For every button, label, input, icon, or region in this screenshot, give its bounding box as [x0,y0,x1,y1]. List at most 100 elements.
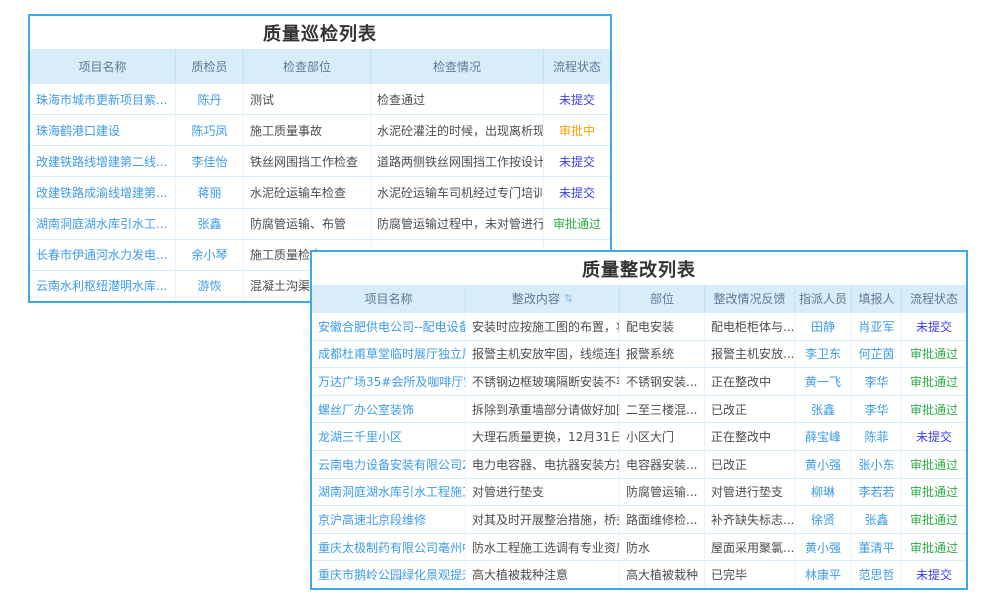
part-cell: 防腐管运输... [620,479,705,506]
part-cell: 不锈钢安装... [620,368,705,395]
inspector-name[interactable]: 陈巧凤 [176,115,244,145]
column-header-project: 项目名称 [30,49,176,83]
content-cell: 安装时应按施工图的布置，将... [466,313,620,340]
project-link[interactable]: 长春市伊通河水力发电... [30,240,176,270]
column-header-situation: 检查情况 [371,49,544,83]
feedback-cell: 已完毕 [705,561,795,588]
column-header-content-label: 整改内容 [512,290,560,307]
table-row: 重庆市鹅岭公园绿化景观提升... 高大植被栽种注意 高大植被栽种 已完毕 林康平… [312,560,966,588]
reporter-name[interactable]: 李华 [852,396,902,423]
status-cell: 审批通过 [902,534,966,561]
part-cell: 二至三楼混... [620,396,705,423]
content-cell: 不锈钢边框玻璃隔断安装不牢... [466,368,620,395]
reporter-name[interactable]: 何芷茵 [852,341,902,368]
project-link[interactable]: 龙湖三千里小区 [312,423,466,450]
reporter-name[interactable]: 李若若 [852,479,902,506]
project-link[interactable]: 重庆市鹅岭公园绿化景观提升... [312,561,466,588]
rectify-table-header: 项目名称 整改内容 ⇅ 部位 整改情况反馈 指派人员 填报人 流程状态 [312,285,966,312]
column-header-content[interactable]: 整改内容 ⇅ [466,285,620,312]
project-link[interactable]: 成都杜甫草堂临时展厅独立展... [312,341,466,368]
project-link[interactable]: 云南水利枢纽潜明水库... [30,271,176,301]
content-cell: 防水工程施工选调有专业资质... [466,534,620,561]
table-row: 湖南洞庭湖水库引水工程施工I标 对管进行垫支 防腐管运输... 对管进行垫支 柳… [312,478,966,506]
table-row: 京沪高速北京段维修 对其及时开展整治措施，桥头... 路面维修检... 补齐缺失… [312,505,966,533]
feedback-cell: 配电柜柜体与... [705,313,795,340]
assignee-name[interactable]: 薛宝峰 [795,423,852,450]
part-cell: 防腐管运输、布管 [244,209,371,239]
assignee-name[interactable]: 黄小强 [795,451,852,478]
assignee-name[interactable]: 田静 [795,313,852,340]
assignee-name[interactable]: 柳琳 [795,479,852,506]
project-link[interactable]: 万达广场35#会所及咖啡厅空... [312,368,466,395]
project-link[interactable]: 安徽合肥供电公司--配电设备... [312,313,466,340]
content-cell: 拆除到承重墙部分请做好加固... [466,396,620,423]
content-cell: 报警主机安放牢固，线缆连接... [466,341,620,368]
reporter-name[interactable]: 张鑫 [852,506,902,533]
table-row: 改建铁路成渝线增建第... 蒋丽 水泥砼运输车检查 水泥砼运输车司机经过专门培训… [30,176,610,207]
table-row: 螺丝厂办公室装饰 拆除到承重墙部分请做好加固... 二至三楼混... 已改正 张… [312,395,966,423]
content-cell: 对管进行垫支 [466,479,620,506]
assignee-name[interactable]: 黄一飞 [795,368,852,395]
project-link[interactable]: 改建铁路成渝线增建第... [30,177,176,207]
content-cell: 对其及时开展整治措施，桥头... [466,506,620,533]
table-row: 珠海鹤港口建设 陈巧凤 施工质量事故 水泥砼灌注的时候，出现离析现象 审批中 [30,114,610,145]
status-cell: 未提交 [544,177,610,207]
table-row: 珠海市城市更新项目紫... 陈丹 测试 检查通过 未提交 [30,83,610,114]
status-cell: 审批通过 [902,451,966,478]
reporter-name[interactable]: 李华 [852,368,902,395]
assignee-name[interactable]: 李卫东 [795,341,852,368]
rectify-table-body: 安徽合肥供电公司--配电设备... 安装时应按施工图的布置，将... 配电安装 … [312,312,966,588]
column-header-part: 检查部位 [244,49,371,83]
inspector-name[interactable]: 陈丹 [176,84,244,114]
situation-cell: 检查通过 [371,84,544,114]
reporter-name[interactable]: 张小东 [852,451,902,478]
feedback-cell: 报警主机安放... [705,341,795,368]
inspector-name[interactable]: 余小琴 [176,240,244,270]
sort-icon[interactable]: ⇅ [564,292,573,305]
table-row: 万达广场35#会所及咖啡厅空... 不锈钢边框玻璃隔断安装不牢... 不锈钢安装… [312,367,966,395]
project-link[interactable]: 湖南洞庭湖水库引水工... [30,209,176,239]
feedback-cell: 对管进行垫支 [705,479,795,506]
status-cell: 审批通过 [902,341,966,368]
column-header-project: 项目名称 [312,285,466,312]
project-link[interactable]: 珠海鹤港口建设 [30,115,176,145]
column-header-status: 流程状态 [902,285,966,312]
assignee-name[interactable]: 张鑫 [795,396,852,423]
inspector-name[interactable]: 游恢 [176,271,244,301]
reporter-name[interactable]: 肖亚军 [852,313,902,340]
inspector-name[interactable]: 蒋丽 [176,177,244,207]
inspector-name[interactable]: 张鑫 [176,209,244,239]
reporter-name[interactable]: 陈菲 [852,423,902,450]
rectify-table-panel: 质量整改列表 项目名称 整改内容 ⇅ 部位 整改情况反馈 指派人员 填报人 流程… [310,250,968,590]
part-cell: 水泥砼运输车检查 [244,177,371,207]
project-link[interactable]: 改建铁路线增建第二线... [30,146,176,176]
situation-cell: 防腐管运输过程中，未对管进行... [371,209,544,239]
part-cell: 施工质量事故 [244,115,371,145]
status-cell: 审批中 [544,115,610,145]
inspector-name[interactable]: 李佳怡 [176,146,244,176]
feedback-cell: 正在整改中 [705,368,795,395]
feedback-cell: 已改正 [705,451,795,478]
assignee-name[interactable]: 徐贤 [795,506,852,533]
status-cell: 审批通过 [902,396,966,423]
table-row: 云南电力设备安装有限公司20... 电力电容器、电抗器安装方案,... 电容器安… [312,450,966,478]
project-link[interactable]: 重庆太极制药有限公司亳州中... [312,534,466,561]
table-row: 成都杜甫草堂临时展厅独立展... 报警主机安放牢固，线缆连接... 报警系统 报… [312,340,966,368]
assignee-name[interactable]: 林康平 [795,561,852,588]
part-cell: 配电安装 [620,313,705,340]
project-link[interactable]: 京沪高速北京段维修 [312,506,466,533]
column-header-assignee: 指派人员 [795,285,852,312]
feedback-cell: 正在整改中 [705,423,795,450]
status-cell: 未提交 [902,423,966,450]
project-link[interactable]: 湖南洞庭湖水库引水工程施工I标 [312,479,466,506]
column-header-feedback: 整改情况反馈 [705,285,795,312]
reporter-name[interactable]: 范思哲 [852,561,902,588]
table-row: 龙湖三千里小区 大理石质量更换，12月31日之... 小区大门 正在整改中 薛宝… [312,422,966,450]
reporter-name[interactable]: 董清平 [852,534,902,561]
assignee-name[interactable]: 黄小强 [795,534,852,561]
project-link[interactable]: 云南电力设备安装有限公司20... [312,451,466,478]
project-link[interactable]: 螺丝厂办公室装饰 [312,396,466,423]
project-link[interactable]: 珠海市城市更新项目紫... [30,84,176,114]
column-header-reporter: 填报人 [852,285,902,312]
part-cell: 路面维修检... [620,506,705,533]
